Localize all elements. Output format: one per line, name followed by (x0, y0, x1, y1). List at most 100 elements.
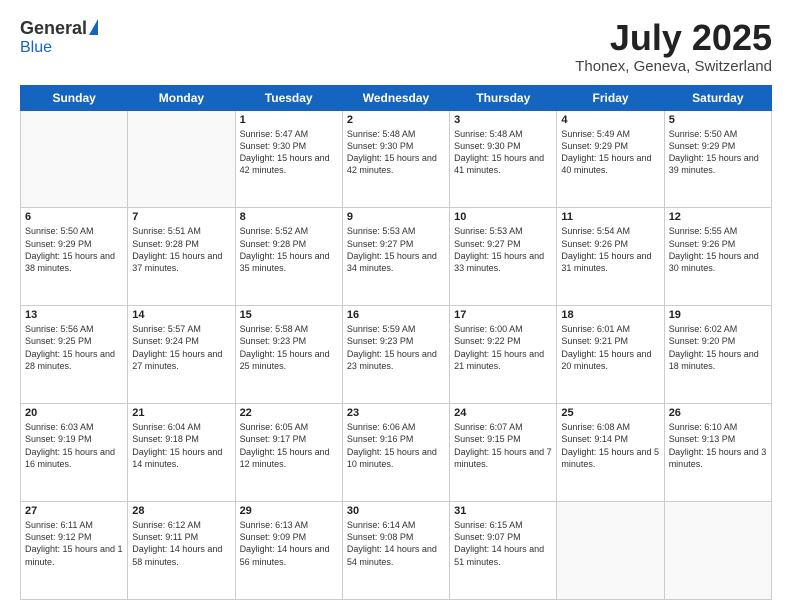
logo-general-text: General (20, 18, 87, 39)
calendar-day-cell: 6 Sunrise: 5:50 AM Sunset: 9:29 PM Daylig… (21, 208, 128, 306)
day-detail: Sunrise: 6:10 AM Sunset: 9:13 PM Dayligh… (669, 421, 767, 470)
calendar-day-cell: 22Sunrise: 6:05 AM Sunset: 9:17 PM Dayli… (235, 404, 342, 502)
header: General Blue July 2025 Thonex, Geneva, S… (20, 18, 772, 75)
day-of-week-header: Tuesday (235, 85, 342, 110)
calendar-table: SundayMondayTuesdayWednesdayThursdayFrid… (20, 85, 772, 600)
calendar-day-cell: 20 Sunrise: 6:03 AM Sunset: 9:19 PM Dayli… (21, 404, 128, 502)
day-number: 1 (240, 114, 338, 126)
day-detail: Sunrise: 5:55 AM Sunset: 9:26 PM Dayligh… (669, 225, 767, 274)
calendar-day-cell: 28Sunrise: 6:12 AM Sunset: 9:11 PM Dayli… (128, 502, 235, 600)
day-of-week-header: Monday (128, 85, 235, 110)
calendar-day-cell: 27Sunrise: 6:11 AM Sunset: 9:12 PM Dayli… (21, 502, 128, 600)
calendar-day-cell: 7Sunrise: 5:51 AM Sunset: 9:28 PM Daylig… (128, 208, 235, 306)
logo-triangle-icon (89, 19, 98, 35)
calendar-day-cell: 17 Sunrise: 6:00 AM Sunset: 9:22 PM Dayli… (450, 306, 557, 404)
day-number: 6 (25, 211, 123, 223)
day-number: 28 (132, 505, 230, 517)
day-number: 12 (669, 211, 767, 223)
calendar-day-cell: 30 Sunrise: 6:14 AM Sunset: 9:08 PM Dayli… (342, 502, 449, 600)
calendar-day-cell: 1Sunrise: 5:47 AM Sunset: 9:30 PM Daylig… (235, 110, 342, 208)
day-number: 19 (669, 309, 767, 321)
day-detail: Sunrise: 5:54 AM Sunset: 9:26 PM Dayligh… (561, 225, 659, 274)
day-number: 11 (561, 211, 659, 223)
calendar-day-cell: 12 Sunrise: 5:55 AM Sunset: 9:26 PM Dayli… (664, 208, 771, 306)
day-number: 22 (240, 407, 338, 419)
logo-blue-text: Blue (20, 39, 52, 57)
day-number: 8 (240, 211, 338, 223)
calendar-day-cell: 8 Sunrise: 5:52 AM Sunset: 9:28 PM Daylig… (235, 208, 342, 306)
day-detail: Sunrise: 5:53 AM Sunset: 9:27 PM Dayligh… (347, 225, 445, 274)
calendar-day-cell: 21 Sunrise: 6:04 AM Sunset: 9:18 PM Dayli… (128, 404, 235, 502)
day-detail: Sunrise: 5:56 AM Sunset: 9:25 PM Dayligh… (25, 323, 123, 372)
day-number: 2 (347, 114, 445, 126)
calendar-day-cell: 25 Sunrise: 6:08 AM Sunset: 9:14 PM Dayli… (557, 404, 664, 502)
calendar-day-cell (557, 502, 664, 600)
calendar-week-row: 27Sunrise: 6:11 AM Sunset: 9:12 PM Dayli… (21, 502, 772, 600)
day-detail: Sunrise: 6:06 AM Sunset: 9:16 PM Dayligh… (347, 421, 445, 470)
calendar-day-cell: 10 Sunrise: 5:53 AM Sunset: 9:27 PM Dayli… (450, 208, 557, 306)
calendar-day-cell (128, 110, 235, 208)
day-number: 15 (240, 309, 338, 321)
day-detail: Sunrise: 6:13 AM Sunset: 9:09 PM Dayligh… (240, 519, 338, 568)
day-number: 21 (132, 407, 230, 419)
day-number: 17 (454, 309, 552, 321)
calendar-day-cell: 11 Sunrise: 5:54 AM Sunset: 9:26 PM Dayli… (557, 208, 664, 306)
day-number: 4 (561, 114, 659, 126)
day-detail: Sunrise: 5:58 AM Sunset: 9:23 PM Dayligh… (240, 323, 338, 372)
day-number: 13 (25, 309, 123, 321)
day-detail: Sunrise: 5:59 AM Sunset: 9:23 PM Dayligh… (347, 323, 445, 372)
day-number: 20 (25, 407, 123, 419)
day-of-week-header: Wednesday (342, 85, 449, 110)
day-number: 5 (669, 114, 767, 126)
calendar-day-cell: 9Sunrise: 5:53 AM Sunset: 9:27 PM Daylig… (342, 208, 449, 306)
calendar-day-cell: 29Sunrise: 6:13 AM Sunset: 9:09 PM Dayli… (235, 502, 342, 600)
day-number: 27 (25, 505, 123, 517)
day-detail: Sunrise: 5:53 AM Sunset: 9:27 PM Dayligh… (454, 225, 552, 274)
calendar-week-row: 20 Sunrise: 6:03 AM Sunset: 9:19 PM Dayli… (21, 404, 772, 502)
day-detail: Sunrise: 6:01 AM Sunset: 9:21 PM Dayligh… (561, 323, 659, 372)
calendar-day-cell: 19Sunrise: 6:02 AM Sunset: 9:20 PM Dayli… (664, 306, 771, 404)
day-detail: Sunrise: 6:03 AM Sunset: 9:19 PM Dayligh… (25, 421, 123, 470)
calendar-location: Thonex, Geneva, Switzerland (575, 58, 772, 75)
day-detail: Sunrise: 6:14 AM Sunset: 9:08 PM Dayligh… (347, 519, 445, 568)
day-detail: Sunrise: 6:15 AM Sunset: 9:07 PM Dayligh… (454, 519, 552, 568)
page: General Blue July 2025 Thonex, Geneva, S… (0, 0, 792, 612)
day-detail: Sunrise: 6:04 AM Sunset: 9:18 PM Dayligh… (132, 421, 230, 470)
calendar-day-cell: 23Sunrise: 6:06 AM Sunset: 9:16 PM Dayli… (342, 404, 449, 502)
day-number: 18 (561, 309, 659, 321)
day-number: 10 (454, 211, 552, 223)
day-number: 24 (454, 407, 552, 419)
calendar-day-cell: 16Sunrise: 5:59 AM Sunset: 9:23 PM Dayli… (342, 306, 449, 404)
day-detail: Sunrise: 6:07 AM Sunset: 9:15 PM Dayligh… (454, 421, 552, 470)
day-number: 3 (454, 114, 552, 126)
calendar-week-row: 13 Sunrise: 5:56 AM Sunset: 9:25 PM Dayli… (21, 306, 772, 404)
day-of-week-header: Thursday (450, 85, 557, 110)
calendar-day-cell: 15 Sunrise: 5:58 AM Sunset: 9:23 PM Dayli… (235, 306, 342, 404)
day-detail: Sunrise: 6:08 AM Sunset: 9:14 PM Dayligh… (561, 421, 659, 470)
calendar-day-cell: 31Sunrise: 6:15 AM Sunset: 9:07 PM Dayli… (450, 502, 557, 600)
calendar-day-cell: 2Sunrise: 5:48 AM Sunset: 9:30 PM Daylig… (342, 110, 449, 208)
day-number: 30 (347, 505, 445, 517)
calendar-day-cell (21, 110, 128, 208)
calendar-day-cell: 18 Sunrise: 6:01 AM Sunset: 9:21 PM Dayli… (557, 306, 664, 404)
day-number: 26 (669, 407, 767, 419)
day-detail: Sunrise: 5:50 AM Sunset: 9:29 PM Dayligh… (25, 225, 123, 274)
calendar-title: July 2025 (575, 18, 772, 58)
calendar-week-row: 1Sunrise: 5:47 AM Sunset: 9:30 PM Daylig… (21, 110, 772, 208)
calendar-day-cell (664, 502, 771, 600)
day-detail: Sunrise: 5:52 AM Sunset: 9:28 PM Dayligh… (240, 225, 338, 274)
day-number: 25 (561, 407, 659, 419)
title-block: July 2025 Thonex, Geneva, Switzerland (575, 18, 772, 75)
day-detail: Sunrise: 5:49 AM Sunset: 9:29 PM Dayligh… (561, 128, 659, 177)
calendar-week-row: 6 Sunrise: 5:50 AM Sunset: 9:29 PM Daylig… (21, 208, 772, 306)
day-detail: Sunrise: 5:48 AM Sunset: 9:30 PM Dayligh… (454, 128, 552, 177)
logo: General Blue (20, 18, 98, 57)
calendar-day-cell: 14Sunrise: 5:57 AM Sunset: 9:24 PM Dayli… (128, 306, 235, 404)
day-of-week-header: Friday (557, 85, 664, 110)
day-detail: Sunrise: 6:00 AM Sunset: 9:22 PM Dayligh… (454, 323, 552, 372)
calendar-header-row: SundayMondayTuesdayWednesdayThursdayFrid… (21, 85, 772, 110)
calendar-day-cell: 5 Sunrise: 5:50 AM Sunset: 9:29 PM Daylig… (664, 110, 771, 208)
calendar-day-cell: 3 Sunrise: 5:48 AM Sunset: 9:30 PM Daylig… (450, 110, 557, 208)
day-detail: Sunrise: 5:50 AM Sunset: 9:29 PM Dayligh… (669, 128, 767, 177)
calendar-day-cell: 24 Sunrise: 6:07 AM Sunset: 9:15 PM Dayli… (450, 404, 557, 502)
